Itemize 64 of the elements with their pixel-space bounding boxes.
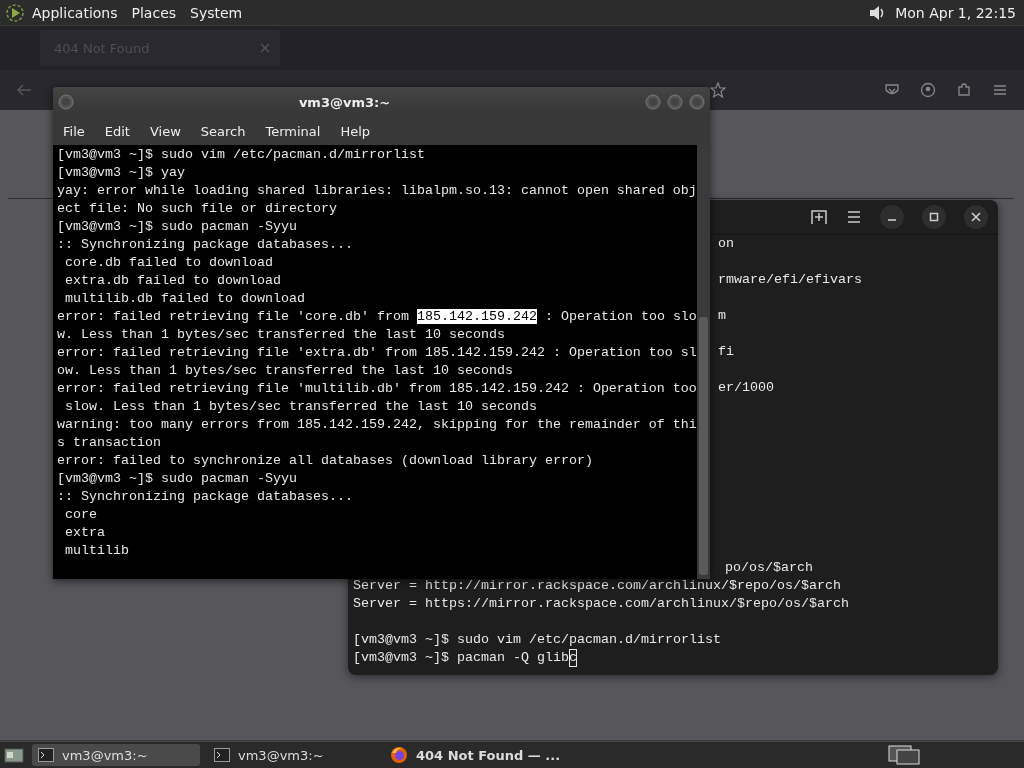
menu-item[interactable]: Terminal xyxy=(265,123,321,139)
terminal-text: [vm3@vm3 ~]$ sudo pacman -Syyu xyxy=(57,219,297,234)
text-cursor: c xyxy=(568,649,577,667)
terminal-text: [vm3@vm3 ~]$ sudo pacman -Syyu xyxy=(57,471,297,486)
terminal-text: error: failed to synchronize all databases (download library error) xyxy=(57,453,593,468)
panel-menu[interactable]: Places xyxy=(131,4,177,21)
panel-menu[interactable]: System xyxy=(190,4,243,21)
terminal-text: multilib.db failed to download xyxy=(64,291,305,306)
terminal-text: ect file: No such file or directory xyxy=(57,201,337,216)
menu-item[interactable]: File xyxy=(63,123,85,139)
terminal-text: s transaction xyxy=(57,435,161,450)
browser-icon xyxy=(390,746,408,764)
menu-item[interactable]: View xyxy=(149,123,181,139)
terminal-text: error: failed retrieving file 'core.db' from xyxy=(57,309,410,324)
terminal-text: po/os/$arch xyxy=(725,560,813,575)
show-desktop-icon[interactable] xyxy=(4,746,24,764)
terminal-text: : Operation too slo xyxy=(543,309,697,324)
puzzle-icon[interactable] xyxy=(956,82,972,98)
terminal-text: rmware/efi/efivars xyxy=(718,271,863,289)
terminal-text: Server = http://mirror.rackspace.com/archlinux/$repo/os/$arch xyxy=(353,577,841,595)
taskbar-button[interactable]: vm3@vm3:~ xyxy=(208,744,376,766)
star-icon[interactable] xyxy=(710,82,726,98)
terminal-text: error: failed retrieving file 'multilib.db' from 185.142.159.242 : Operation too xyxy=(57,381,697,396)
scrollbar[interactable] xyxy=(697,145,710,579)
terminal-text: core xyxy=(64,507,97,522)
terminal-text: :: Synchronizing package databases... xyxy=(57,489,353,504)
taskbar-button[interactable]: vm3@vm3:~ xyxy=(32,744,200,766)
terminal-text: ow. Less than 1 bytes/sec transferred the last 10 seconds xyxy=(57,363,513,378)
terminal-text: extra.db failed to download xyxy=(64,273,281,288)
terminal-text: m xyxy=(718,307,727,325)
terminal-text: er/1000 xyxy=(718,379,775,397)
terminal-text: slow. Less than 1 bytes/sec transferred the last 10 seconds xyxy=(64,399,537,414)
terminal-text: Server = https://mirror.rackspace.com/archlinux/$repo/os/$arch xyxy=(353,595,849,613)
terminal-text: :: Synchronizing package databases... xyxy=(57,237,353,252)
menu-item[interactable]: Help xyxy=(340,123,371,139)
terminal-text: on xyxy=(718,235,735,253)
terminal-text: extra xyxy=(64,525,105,540)
new-tab-icon[interactable] xyxy=(810,209,828,225)
terminal-text: yay: error while loading shared libraries: libalpm.so.13: cannot open shared obj xyxy=(57,183,697,198)
taskbar-button[interactable]: 404 Not Found — ... xyxy=(384,744,567,766)
terminal-icon xyxy=(38,748,54,762)
terminal-text: warning: too many errors from 185.142.159.242, skipping for the remainder of thi xyxy=(57,417,697,432)
panel-menu[interactable]: Applications xyxy=(32,4,118,21)
menu-icon[interactable] xyxy=(992,82,1008,98)
terminal-text: core.db failed to download xyxy=(64,255,273,270)
window-title: vm3@vm3:~ xyxy=(297,94,392,110)
terminal-text: fi xyxy=(718,343,735,361)
account-icon[interactable] xyxy=(920,82,936,98)
scrollbar-thumb[interactable] xyxy=(699,317,708,575)
terminal-icon xyxy=(214,748,230,762)
terminal-text: [vm3@vm3 ~]$ sudo vim /etc/pacman.d/mirrorlist xyxy=(57,147,425,162)
logo-icon[interactable] xyxy=(6,3,24,22)
terminal-text: w. Less than 1 bytes/sec transferred the last 10 seconds xyxy=(57,327,505,342)
terminal-text: [vm3@vm3 ~]$ sudo vim /etc/pacman.d/mirrorlist xyxy=(353,631,721,649)
clock[interactable]: Mon Apr 1, 22:15 xyxy=(895,4,1016,21)
menu-item[interactable]: Edit xyxy=(104,123,130,139)
terminal-text: multilib xyxy=(64,543,129,558)
terminal-text: error: failed retrieving file 'extra.db' from 185.142.159.242 : Operation too sl xyxy=(57,345,697,360)
menu-icon[interactable] xyxy=(846,210,862,224)
selected-text: 185.142.159.242 xyxy=(416,309,537,324)
terminal-text: [vm3@vm3 ~]$ yay xyxy=(57,165,185,180)
terminal-text: [vm3@vm3 ~]$ pacman -Q glib xyxy=(353,649,569,667)
menu-item[interactable]: Search xyxy=(200,123,246,139)
workspace-switcher-icon[interactable] xyxy=(888,745,920,765)
